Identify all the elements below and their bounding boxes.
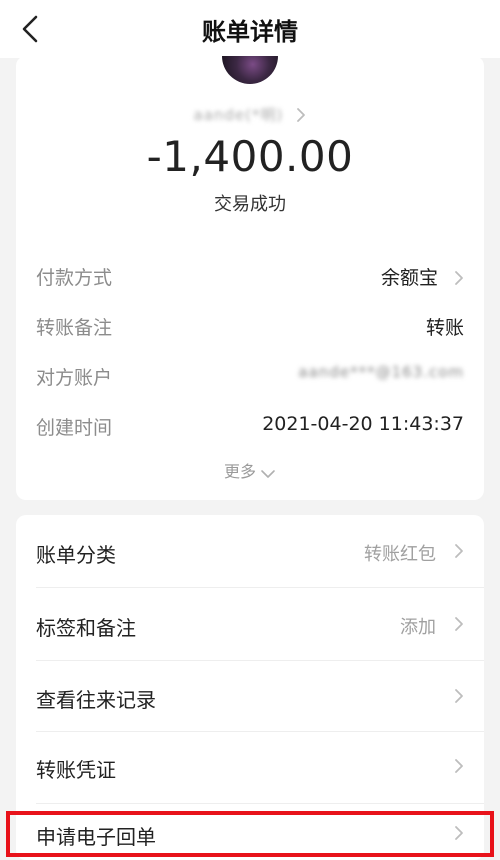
list-item-label: 申请电子回单 xyxy=(36,825,156,849)
list-item-label: 转账凭证 xyxy=(36,758,116,782)
list-item-value: 转账红包 xyxy=(364,544,436,565)
list-item-e-receipt[interactable]: 申请电子回单 xyxy=(16,797,484,860)
chevron-right-icon xyxy=(455,759,463,773)
detail-row-payment-method[interactable]: 付款方式 余额宝 xyxy=(36,260,464,290)
more-toggle[interactable]: 更多 xyxy=(16,458,484,482)
list-item-bill-category[interactable]: 账单分类 转账红包 xyxy=(16,515,484,587)
detail-label: 创建时间 xyxy=(36,417,113,439)
transaction-status: 交易成功 xyxy=(214,194,286,215)
chevron-right-icon xyxy=(297,107,306,122)
transaction-summary-card: aande(*明) -1,400.00 交易成功 付款方式 余额宝 转账备注 转… xyxy=(16,56,484,500)
detail-row-created-time: 创建时间 2021-04-20 11:43:37 xyxy=(36,410,464,440)
chevron-down-icon xyxy=(261,470,275,478)
chevron-right-icon xyxy=(455,826,463,840)
list-item-label: 标签和备注 xyxy=(36,616,136,640)
detail-value: 2021-04-20 11:43:37 xyxy=(262,413,464,435)
chevron-right-icon xyxy=(455,689,463,703)
detail-label: 付款方式 xyxy=(36,267,113,289)
list-item-transfer-voucher[interactable]: 转账凭证 xyxy=(16,730,484,802)
chevron-right-icon xyxy=(455,271,463,285)
transaction-amount: -1,400.00 xyxy=(146,132,354,181)
actions-card: 账单分类 转账红包 标签和备注 添加 查看往来记录 转账凭证 申请电子回单 xyxy=(16,515,484,860)
chevron-right-icon xyxy=(455,544,463,558)
page-title: 账单详情 xyxy=(202,18,298,46)
payee-row[interactable]: aande(*明) xyxy=(16,104,484,130)
list-item-label: 查看往来记录 xyxy=(36,688,156,712)
detail-row-counterparty-account: 对方账户 aande***@163.com xyxy=(36,360,464,390)
detail-label: 转账备注 xyxy=(36,317,113,339)
avatar[interactable] xyxy=(222,56,278,84)
list-item-tags-notes[interactable]: 标签和备注 添加 xyxy=(16,588,484,660)
detail-label: 对方账户 xyxy=(36,367,113,389)
list-item-transaction-history[interactable]: 查看往来记录 xyxy=(16,660,484,732)
detail-value: 转账 xyxy=(425,317,464,339)
detail-row-transfer-note: 转账备注 转账 xyxy=(36,310,464,340)
list-item-label: 账单分类 xyxy=(36,543,116,567)
detail-value: 余额宝 xyxy=(380,267,438,289)
nav-bar: 账单详情 xyxy=(0,0,500,58)
more-label: 更多 xyxy=(223,462,256,481)
chevron-right-icon xyxy=(455,617,463,631)
payee-name: aande(*明) xyxy=(193,106,284,124)
detail-value: aande***@163.com xyxy=(298,363,464,381)
list-item-value: 添加 xyxy=(400,617,436,638)
